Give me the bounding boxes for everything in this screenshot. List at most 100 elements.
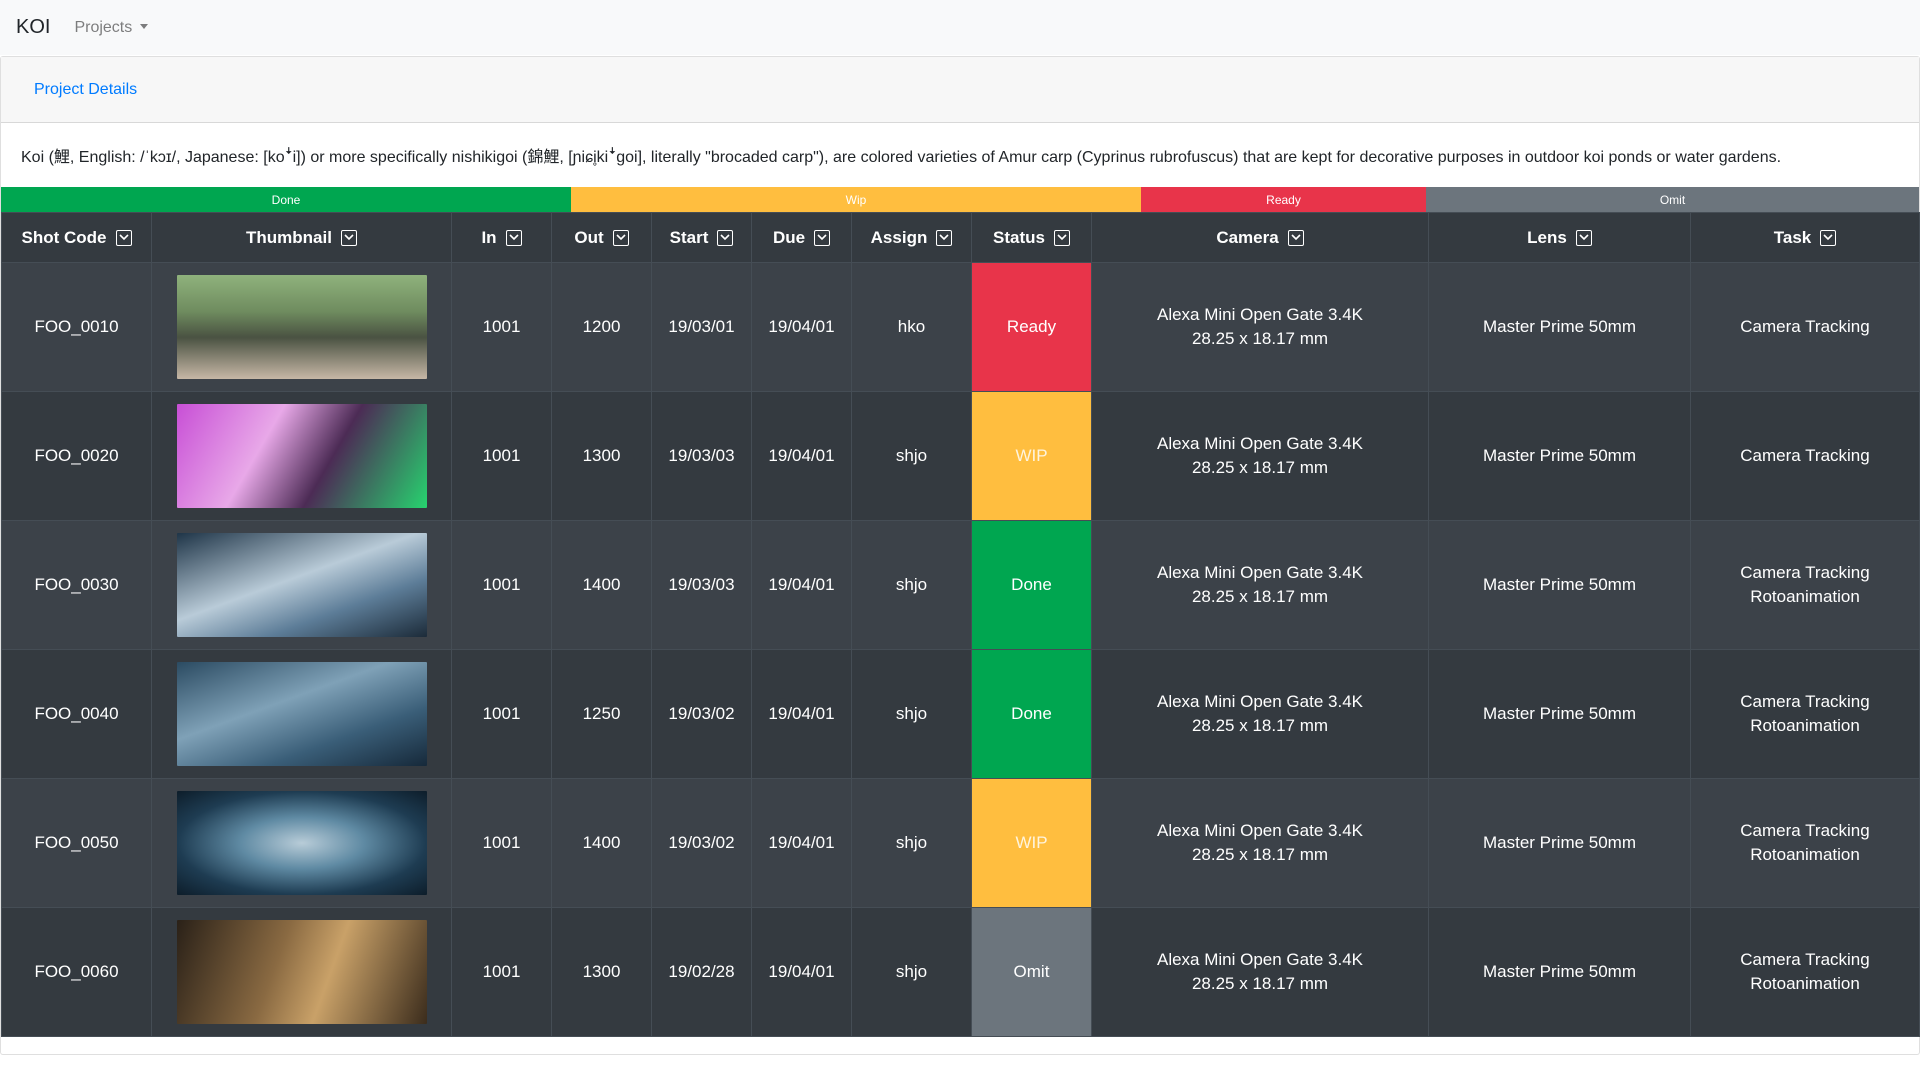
cell-shot-code: FOO_0050: [1, 778, 152, 908]
thumbnail-image[interactable]: [176, 533, 427, 637]
cell-due: 19/04/01: [751, 520, 852, 650]
chevron-down-icon[interactable]: [1053, 229, 1070, 246]
task-line: Camera Tracking: [1740, 692, 1870, 711]
status-badge[interactable]: Omit: [971, 907, 1092, 1037]
camera-model: Alexa Mini Open Gate 3.4K: [1156, 692, 1363, 711]
chevron-down-icon[interactable]: [1575, 229, 1592, 246]
cell-due: 19/04/01: [751, 391, 852, 521]
chevron-down-icon[interactable]: [340, 229, 357, 246]
column-header-label: Out: [574, 227, 604, 247]
cell-out: 1300: [551, 391, 652, 521]
brand-logo[interactable]: KOI: [16, 16, 50, 39]
column-header-start: Start: [651, 212, 752, 263]
cell-shot-code: FOO_0020: [1, 391, 152, 521]
column-header-out: Out: [551, 212, 652, 263]
cell-camera: Alexa Mini Open Gate 3.4K 28.25 x 18.17 m…: [1091, 520, 1429, 650]
projects-dropdown[interactable]: Projects: [74, 18, 149, 37]
table-row[interactable]: FOO_0030 1001 1400 19/03/03 19/04/01 shj…: [1, 520, 1920, 650]
cell-lens: Master Prime 50mm: [1428, 391, 1691, 521]
column-header-assign: Assign: [851, 212, 972, 263]
table-row[interactable]: FOO_0040 1001 1250 19/03/02 19/04/01 shj…: [1, 649, 1920, 779]
chevron-down-icon[interactable]: [1820, 229, 1837, 246]
progress-segment-omit: Omit: [1426, 187, 1919, 212]
task-line: Rotoanimation: [1750, 974, 1860, 993]
chevron-down-icon[interactable]: [717, 229, 734, 246]
cell-shot-code: FOO_0030: [1, 520, 152, 650]
chevron-down-icon[interactable]: [115, 229, 132, 246]
project-card: Project Details Koi (鯉, English: /ˈkɔɪ/,…: [0, 56, 1920, 1055]
cell-in: 1001: [451, 520, 552, 650]
cell-in: 1001: [451, 262, 552, 392]
cell-thumbnail: [151, 907, 452, 1037]
cell-camera: Alexa Mini Open Gate 3.4K 28.25 x 18.17 m…: [1091, 649, 1429, 779]
chevron-down-icon[interactable]: [612, 229, 629, 246]
thumbnail-image[interactable]: [176, 791, 427, 895]
chevron-down-icon[interactable]: [814, 229, 831, 246]
cell-in: 1001: [451, 391, 552, 521]
cell-out: 1250: [551, 649, 652, 779]
column-header-lens: Lens: [1428, 212, 1691, 263]
camera-model: Alexa Mini Open Gate 3.4K: [1156, 950, 1363, 969]
cell-assign: shjo: [851, 778, 972, 908]
chevron-down-icon[interactable]: [1287, 229, 1304, 246]
cell-thumbnail: [151, 649, 452, 779]
status-progress-bar: Done Wip Ready Omit: [1, 187, 1919, 212]
table-row[interactable]: FOO_0060 1001 1300 19/02/28 19/04/01 shj…: [1, 907, 1920, 1037]
cell-due: 19/04/01: [751, 649, 852, 779]
cell-due: 19/04/01: [751, 907, 852, 1037]
cell-start: 19/03/01: [651, 262, 752, 392]
camera-sensor: 28.25 x 18.17 mm: [1191, 716, 1329, 735]
thumbnail-image[interactable]: [176, 404, 427, 508]
cell-assign: shjo: [851, 391, 972, 521]
cell-out: 1400: [551, 778, 652, 908]
task-line: Rotoanimation: [1750, 845, 1860, 864]
projects-dropdown-label: Projects: [74, 18, 133, 36]
table-row[interactable]: FOO_0010 1001 1200 19/03/01 19/04/01 hko…: [1, 262, 1920, 392]
task-line: Camera Tracking: [1740, 446, 1870, 465]
cell-camera: Alexa Mini Open Gate 3.4K 28.25 x 18.17 m…: [1091, 778, 1429, 908]
table-row[interactable]: FOO_0050 1001 1400 19/03/02 19/04/01 shj…: [1, 778, 1920, 908]
table-header-row: Shot Code Thumbnail In Out Start Due Ass…: [1, 212, 1920, 263]
status-badge[interactable]: Ready: [971, 262, 1092, 392]
cell-start: 19/03/02: [651, 649, 752, 779]
task-line: Camera Tracking: [1740, 563, 1870, 582]
column-header-shot-code: Shot Code: [1, 212, 152, 263]
cell-lens: Master Prime 50mm: [1428, 778, 1691, 908]
task-line: Camera Tracking: [1740, 950, 1870, 969]
cell-thumbnail: [151, 391, 452, 521]
task-line: Camera Tracking: [1740, 317, 1870, 336]
column-header-label: Start: [669, 227, 709, 247]
column-header-task: Task: [1690, 212, 1920, 263]
cell-lens: Master Prime 50mm: [1428, 262, 1691, 392]
column-header-label: Due: [772, 227, 806, 247]
camera-model: Alexa Mini Open Gate 3.4K: [1156, 434, 1363, 453]
status-badge[interactable]: Done: [971, 520, 1092, 650]
cell-task: Camera Tracking Rotoanimation: [1690, 520, 1920, 650]
thumbnail-image[interactable]: [176, 662, 427, 766]
table-row[interactable]: FOO_0020 1001 1300 19/03/03 19/04/01 shj…: [1, 391, 1920, 521]
thumbnail-image[interactable]: [176, 275, 427, 379]
thumbnail-image[interactable]: [176, 920, 427, 1024]
cell-out: 1400: [551, 520, 652, 650]
status-badge[interactable]: WIP: [971, 391, 1092, 521]
camera-model: Alexa Mini Open Gate 3.4K: [1156, 563, 1363, 582]
column-header-in: In: [451, 212, 552, 263]
camera-model: Alexa Mini Open Gate 3.4K: [1156, 821, 1363, 840]
cell-lens: Master Prime 50mm: [1428, 649, 1691, 779]
column-header-thumbnail: Thumbnail: [151, 212, 452, 263]
chevron-down-icon[interactable]: [936, 229, 953, 246]
cell-camera: Alexa Mini Open Gate 3.4K 28.25 x 18.17 m…: [1091, 391, 1429, 521]
progress-segment-ready: Ready: [1141, 187, 1426, 212]
status-badge[interactable]: Done: [971, 649, 1092, 779]
cell-shot-code: FOO_0010: [1, 262, 152, 392]
shots-table: Shot Code Thumbnail In Out Start Due Ass…: [1, 212, 1920, 1037]
camera-sensor: 28.25 x 18.17 mm: [1191, 974, 1329, 993]
cell-task: Camera Tracking: [1690, 391, 1920, 521]
cell-thumbnail: [151, 262, 452, 392]
project-details-link[interactable]: Project Details: [34, 81, 137, 99]
cell-thumbnail: [151, 778, 452, 908]
chevron-down-icon[interactable]: [505, 229, 522, 246]
task-line: Rotoanimation: [1750, 716, 1860, 735]
cell-shot-code: FOO_0040: [1, 649, 152, 779]
status-badge[interactable]: WIP: [971, 778, 1092, 908]
